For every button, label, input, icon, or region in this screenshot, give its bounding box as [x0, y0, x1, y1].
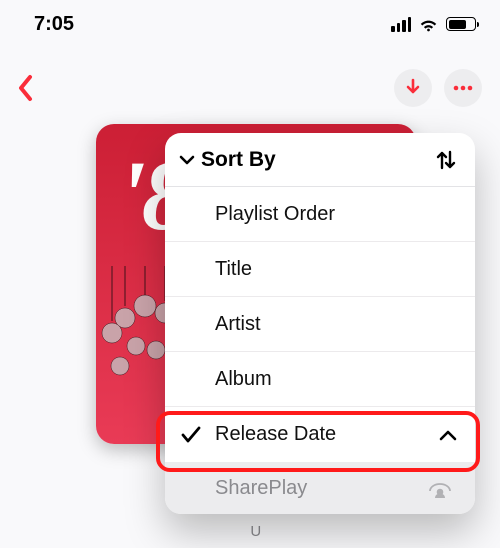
check-icon	[181, 426, 201, 444]
sort-by-label: Sort By	[201, 148, 276, 172]
sort-option-label: Release Date	[215, 423, 336, 446]
sort-option-label: Title	[215, 258, 252, 281]
chevron-down-icon	[179, 154, 195, 166]
sort-option-label: Album	[215, 368, 272, 391]
sort-option-label: Artist	[215, 313, 261, 336]
sort-option-playlist-order[interactable]: Playlist Order	[165, 187, 475, 242]
status-bar: 7:05	[0, 0, 500, 48]
sort-direction-button[interactable]	[435, 149, 457, 171]
cellular-signal-icon	[391, 17, 411, 32]
shareplay-icon	[427, 478, 453, 498]
nav-bar	[0, 64, 500, 112]
playlist-updated: U	[96, 523, 416, 540]
sort-option-artist[interactable]: Artist	[165, 297, 475, 352]
status-right	[391, 17, 476, 32]
sort-option-album[interactable]: Album	[165, 352, 475, 407]
nav-actions	[394, 69, 482, 107]
sort-menu-header[interactable]: Sort By	[165, 133, 475, 187]
status-time: 7:05	[34, 13, 74, 36]
sort-menu: Sort By Playlist Order Title Artist Albu…	[165, 133, 475, 514]
sort-option-release-date[interactable]: Release Date	[165, 407, 475, 462]
chevron-up-icon	[439, 429, 457, 441]
sort-option-label: Playlist Order	[215, 203, 335, 226]
shareplay-row[interactable]: SharePlay	[165, 462, 475, 514]
more-button[interactable]	[444, 69, 482, 107]
wifi-icon	[418, 17, 439, 32]
back-button[interactable]	[18, 74, 34, 102]
battery-icon	[446, 17, 476, 31]
shareplay-label: SharePlay	[215, 477, 307, 500]
sort-option-title[interactable]: Title	[165, 242, 475, 297]
download-button[interactable]	[394, 69, 432, 107]
